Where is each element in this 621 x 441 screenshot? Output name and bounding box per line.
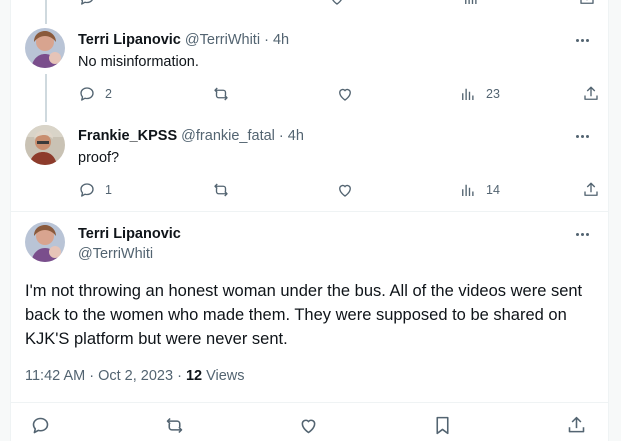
share-button[interactable] xyxy=(566,414,587,436)
author-name[interactable]: Terri Lipanovic xyxy=(78,32,181,48)
thread-line xyxy=(45,74,47,122)
heart-icon xyxy=(339,184,351,197)
views-label: Views xyxy=(202,368,245,384)
reply-header: Terri Lipanovic @TerriWhiti · 4h xyxy=(78,32,289,48)
tweet-thread-panel: Terri Lipanovic @TerriWhiti · 4h No misi… xyxy=(10,0,609,441)
retweet-button[interactable] xyxy=(212,83,230,105)
views-button[interactable]: 23 xyxy=(459,83,500,105)
main-tweet-actions xyxy=(11,414,608,440)
views-icon xyxy=(465,0,477,4)
reply-button[interactable]: 2 xyxy=(78,83,112,105)
reply-button[interactable] xyxy=(78,0,96,9)
share-icon xyxy=(568,416,585,432)
reply-text: No misinformation. xyxy=(78,54,199,70)
reply-icon xyxy=(32,417,49,433)
avatar[interactable] xyxy=(25,222,65,262)
views-button[interactable] xyxy=(462,0,480,9)
reply-text: proof? xyxy=(78,150,120,166)
reply-icon xyxy=(80,183,94,197)
post-time[interactable]: 4h xyxy=(273,32,289,48)
main-tweet-text: I'm not throwing an honest woman under t… xyxy=(25,282,583,348)
views-icon xyxy=(462,184,474,196)
reply-icon xyxy=(81,0,93,5)
separator-dot: · xyxy=(278,128,284,144)
views-icon xyxy=(462,88,474,100)
retweet-button[interactable] xyxy=(212,179,230,201)
share-button[interactable] xyxy=(582,179,600,201)
avatar[interactable] xyxy=(25,28,65,68)
timestamp-text[interactable]: 11:42 AM · Oct 2, 2023 · xyxy=(25,368,186,384)
avatar[interactable] xyxy=(25,125,65,165)
more-icon xyxy=(575,134,579,138)
retweet-button[interactable] xyxy=(164,414,185,436)
views-button[interactable]: 14 xyxy=(459,179,500,201)
author-name[interactable]: Terri Lipanovic xyxy=(78,226,181,242)
more-button[interactable] xyxy=(572,33,592,47)
views-count: 14 xyxy=(486,183,500,197)
like-button[interactable] xyxy=(336,83,354,105)
bookmark-icon xyxy=(436,416,449,434)
post-time[interactable]: 4h xyxy=(288,128,304,144)
divider xyxy=(11,402,608,403)
retweet-icon xyxy=(214,183,228,197)
heart-icon xyxy=(339,88,351,101)
divider xyxy=(11,211,608,212)
heart-icon xyxy=(301,419,316,433)
reply-icon xyxy=(80,87,94,101)
share-button[interactable] xyxy=(582,83,600,105)
like-button[interactable] xyxy=(328,0,346,9)
author-handle[interactable]: @TerriWhiti xyxy=(185,32,260,48)
like-button[interactable] xyxy=(336,179,354,201)
retweet-icon xyxy=(214,87,228,101)
share-icon xyxy=(584,86,598,100)
main-tweet-header: Terri Lipanovic @TerriWhiti xyxy=(78,226,181,262)
tweet-timestamp[interactable]: 11:42 AM · Oct 2, 2023 · 12 Views xyxy=(25,368,245,384)
reply-count: 1 xyxy=(105,183,112,197)
reply-button[interactable]: 1 xyxy=(78,179,112,201)
heart-icon xyxy=(332,0,342,5)
views-count: 23 xyxy=(486,87,500,101)
more-icon xyxy=(575,232,579,236)
reply-actions: 2 23 xyxy=(78,83,598,105)
separator-dot: · xyxy=(264,32,269,48)
author-handle[interactable]: @TerriWhiti xyxy=(78,246,181,262)
more-button[interactable] xyxy=(572,227,592,241)
reply-actions: 1 14 xyxy=(78,179,598,201)
reply-header: Frankie_KPSS @frankie_fatal · 4h xyxy=(78,128,304,144)
retweet-icon xyxy=(166,417,183,433)
previous-tweet-actions xyxy=(78,0,594,9)
reply-button[interactable] xyxy=(30,414,51,436)
more-button[interactable] xyxy=(572,129,592,143)
share-button[interactable] xyxy=(578,0,596,9)
more-icon xyxy=(575,38,579,42)
like-button[interactable] xyxy=(298,414,319,436)
bookmark-button[interactable] xyxy=(432,414,453,436)
views-count: 12 xyxy=(185,368,203,384)
author-handle[interactable]: @frankie_fatal xyxy=(181,128,275,144)
share-icon xyxy=(580,0,594,4)
reply-count: 2 xyxy=(105,87,112,101)
author-name[interactable]: Frankie_KPSS xyxy=(78,128,177,144)
share-icon xyxy=(584,182,598,196)
thread-line xyxy=(45,0,47,24)
